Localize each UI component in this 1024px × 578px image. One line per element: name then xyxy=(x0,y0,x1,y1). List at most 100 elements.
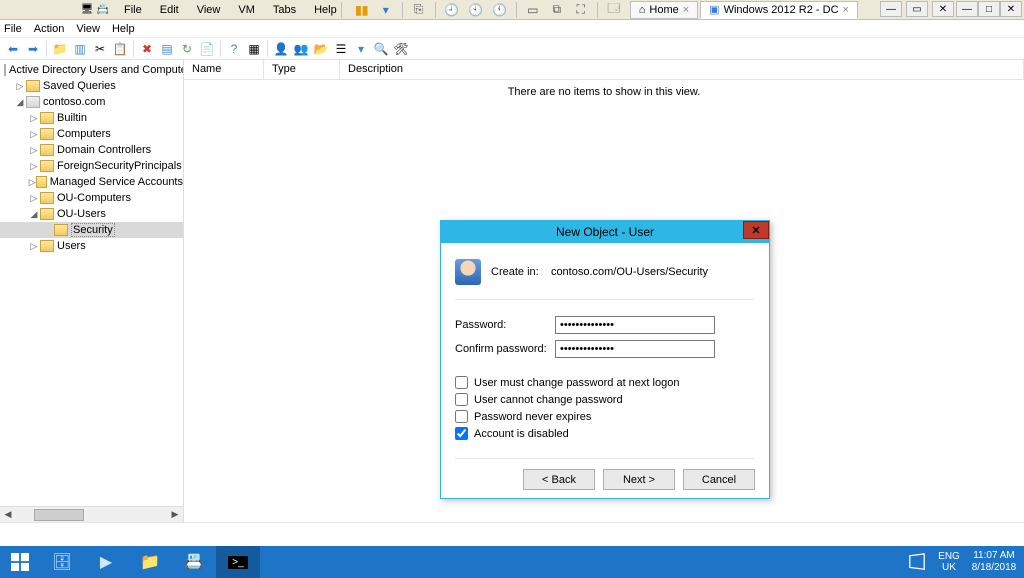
show-hide-icon[interactable]: ▥ xyxy=(71,40,89,58)
tree-security[interactable]: Security xyxy=(0,222,183,238)
tree-computers[interactable]: ▷ Computers xyxy=(0,126,183,142)
tree-pane[interactable]: Active Directory Users and Computers [W … xyxy=(0,60,184,522)
password-input[interactable] xyxy=(555,316,715,334)
col-type[interactable]: Type xyxy=(264,60,340,79)
paste-icon[interactable]: 📋 xyxy=(111,40,129,58)
task-powershell[interactable]: ▶ xyxy=(84,546,128,578)
snapshot-icon[interactable]: ⎘ xyxy=(411,2,427,18)
scroll-right-icon[interactable]: ▶ xyxy=(167,508,183,522)
find-icon[interactable]: ▦ xyxy=(245,40,263,58)
task-cmd[interactable]: >_ xyxy=(216,546,260,578)
window-icon[interactable]: 🗔 xyxy=(606,2,622,18)
start-button[interactable] xyxy=(0,546,40,578)
task-server-manager[interactable]: 🗄 xyxy=(40,546,84,578)
new-ou-icon[interactable]: 📂 xyxy=(312,40,330,58)
host-minimize-button[interactable]: — xyxy=(956,1,978,17)
back-button[interactable]: < Back xyxy=(523,469,595,490)
task-aduc[interactable]: 📇 xyxy=(172,546,216,578)
expand-icon[interactable]: ▷ xyxy=(28,241,40,252)
cancel-button[interactable]: Cancel xyxy=(683,469,755,490)
filter2-icon[interactable]: ▾ xyxy=(352,40,370,58)
new-group-icon[interactable]: 👥 xyxy=(292,40,310,58)
scroll-left-icon[interactable]: ◀ xyxy=(0,508,16,522)
help-icon[interactable]: ? xyxy=(225,40,243,58)
close-icon[interactable]: × xyxy=(683,4,689,16)
chk-must-change[interactable] xyxy=(455,376,468,389)
confirm-password-input[interactable] xyxy=(555,340,715,358)
expand-icon[interactable]: ▷ xyxy=(28,177,36,188)
next-button[interactable]: Next > xyxy=(603,469,675,490)
guest-close-button[interactable]: ✕ xyxy=(932,1,954,17)
vm-menu-help[interactable]: Help xyxy=(310,2,341,18)
chk-cannot-change[interactable] xyxy=(455,393,468,406)
tree-hscrollbar[interactable]: ◀ ▶ xyxy=(0,506,183,522)
pause-icon[interactable]: ▮▮ xyxy=(354,2,370,18)
host-close-button[interactable]: ✕ xyxy=(1000,1,1022,17)
col-name[interactable]: Name xyxy=(184,60,264,79)
tree-ou-users[interactable]: ◢ OU-Users xyxy=(0,206,183,222)
fullscreen-icon[interactable]: ⛶ xyxy=(573,2,589,18)
task-explorer[interactable]: 📁 xyxy=(128,546,172,578)
filter-icon[interactable]: ☰ xyxy=(332,40,350,58)
collapse-icon[interactable]: ◢ xyxy=(28,209,40,220)
dialog-titlebar[interactable]: New Object - User ✕ xyxy=(441,221,769,243)
cut-icon[interactable]: ✂ xyxy=(91,40,109,58)
vm-tab-home[interactable]: ⌂ Home × xyxy=(630,1,698,19)
up-icon[interactable]: 📁 xyxy=(51,40,69,58)
tree-saved-queries[interactable]: ▷ Saved Queries xyxy=(0,78,183,94)
vmware-toolbar: ▮▮ ▾ ⎘ 🕘 🕙 🕚 ▭ ⧉ ⛶ 🗔 xyxy=(354,2,622,18)
close-icon[interactable]: × xyxy=(843,4,849,16)
dialog-close-button[interactable]: ✕ xyxy=(743,221,769,239)
search-icon[interactable]: 🔍 xyxy=(372,40,390,58)
tray-clock[interactable]: 11:07 AM 8/18/2018 xyxy=(964,550,1024,574)
export-icon[interactable]: 📄 xyxy=(198,40,216,58)
mmc-menu-action[interactable]: Action xyxy=(34,23,65,35)
chk-account-disabled[interactable] xyxy=(455,427,468,440)
tree-domain[interactable]: ◢ contoso.com xyxy=(0,94,183,110)
vm-menu-vm[interactable]: VM xyxy=(234,2,259,18)
tree-root[interactable]: Active Directory Users and Computers [W xyxy=(0,62,183,78)
new-user-icon[interactable]: 👤 xyxy=(272,40,290,58)
vm-menu-edit[interactable]: Edit xyxy=(156,2,183,18)
mmc-menu-help[interactable]: Help xyxy=(112,23,135,35)
tree-msa[interactable]: ▷ Managed Service Accounts xyxy=(0,174,183,190)
tree-builtin[interactable]: ▷ Builtin xyxy=(0,110,183,126)
tray-language[interactable]: ENG UK xyxy=(934,551,964,573)
expand-icon[interactable]: ▷ xyxy=(14,81,26,92)
scroll-thumb[interactable] xyxy=(34,509,84,521)
clock2-icon[interactable]: 🕙 xyxy=(468,2,484,18)
expand-icon[interactable]: ▷ xyxy=(28,193,40,204)
guest-restore-button[interactable]: ▭ xyxy=(906,1,928,17)
vm-tab-dc[interactable]: ▣ Windows 2012 R2 - DC × xyxy=(700,1,858,19)
col-desc[interactable]: Description xyxy=(340,60,1024,79)
back-icon[interactable]: ⬅ xyxy=(4,40,22,58)
guest-minimize-button[interactable]: — xyxy=(880,1,902,17)
action-center-icon[interactable] xyxy=(908,553,926,571)
vm-menu-file[interactable]: File xyxy=(120,2,146,18)
fit-icon[interactable]: ▭ xyxy=(525,2,541,18)
mmc-menu-file[interactable]: File xyxy=(4,23,22,35)
expand-icon[interactable]: ▷ xyxy=(28,161,40,172)
chk-never-expires[interactable] xyxy=(455,410,468,423)
expand-icon[interactable]: ▷ xyxy=(28,145,40,156)
tree-users[interactable]: ▷ Users xyxy=(0,238,183,254)
tree-domain-controllers[interactable]: ▷ Domain Controllers xyxy=(0,142,183,158)
dropdown-icon[interactable]: ▾ xyxy=(378,2,394,18)
vm-menu-tabs[interactable]: Tabs xyxy=(269,2,300,18)
clock3-icon[interactable]: 🕚 xyxy=(492,2,508,18)
refresh-icon[interactable]: ↻ xyxy=(178,40,196,58)
expand-icon[interactable]: ▷ xyxy=(28,113,40,124)
tree-ou-computers[interactable]: ▷ OU-Computers xyxy=(0,190,183,206)
vm-menu-view[interactable]: View xyxy=(193,2,225,18)
properties-icon[interactable]: ▤ xyxy=(158,40,176,58)
forward-icon[interactable]: ➡ xyxy=(24,40,42,58)
mmc-menu-view[interactable]: View xyxy=(76,23,100,35)
collapse-icon[interactable]: ◢ xyxy=(14,97,26,108)
host-maximize-button[interactable]: □ xyxy=(978,1,1000,17)
expand-icon[interactable]: ▷ xyxy=(28,129,40,140)
clock1-icon[interactable]: 🕘 xyxy=(444,2,460,18)
tree-fsp[interactable]: ▷ ForeignSecurityPrincipals xyxy=(0,158,183,174)
unity-icon[interactable]: ⧉ xyxy=(549,2,565,18)
tool-icon[interactable]: 🛠 xyxy=(392,40,410,58)
delete-icon[interactable]: ✖ xyxy=(138,40,156,58)
